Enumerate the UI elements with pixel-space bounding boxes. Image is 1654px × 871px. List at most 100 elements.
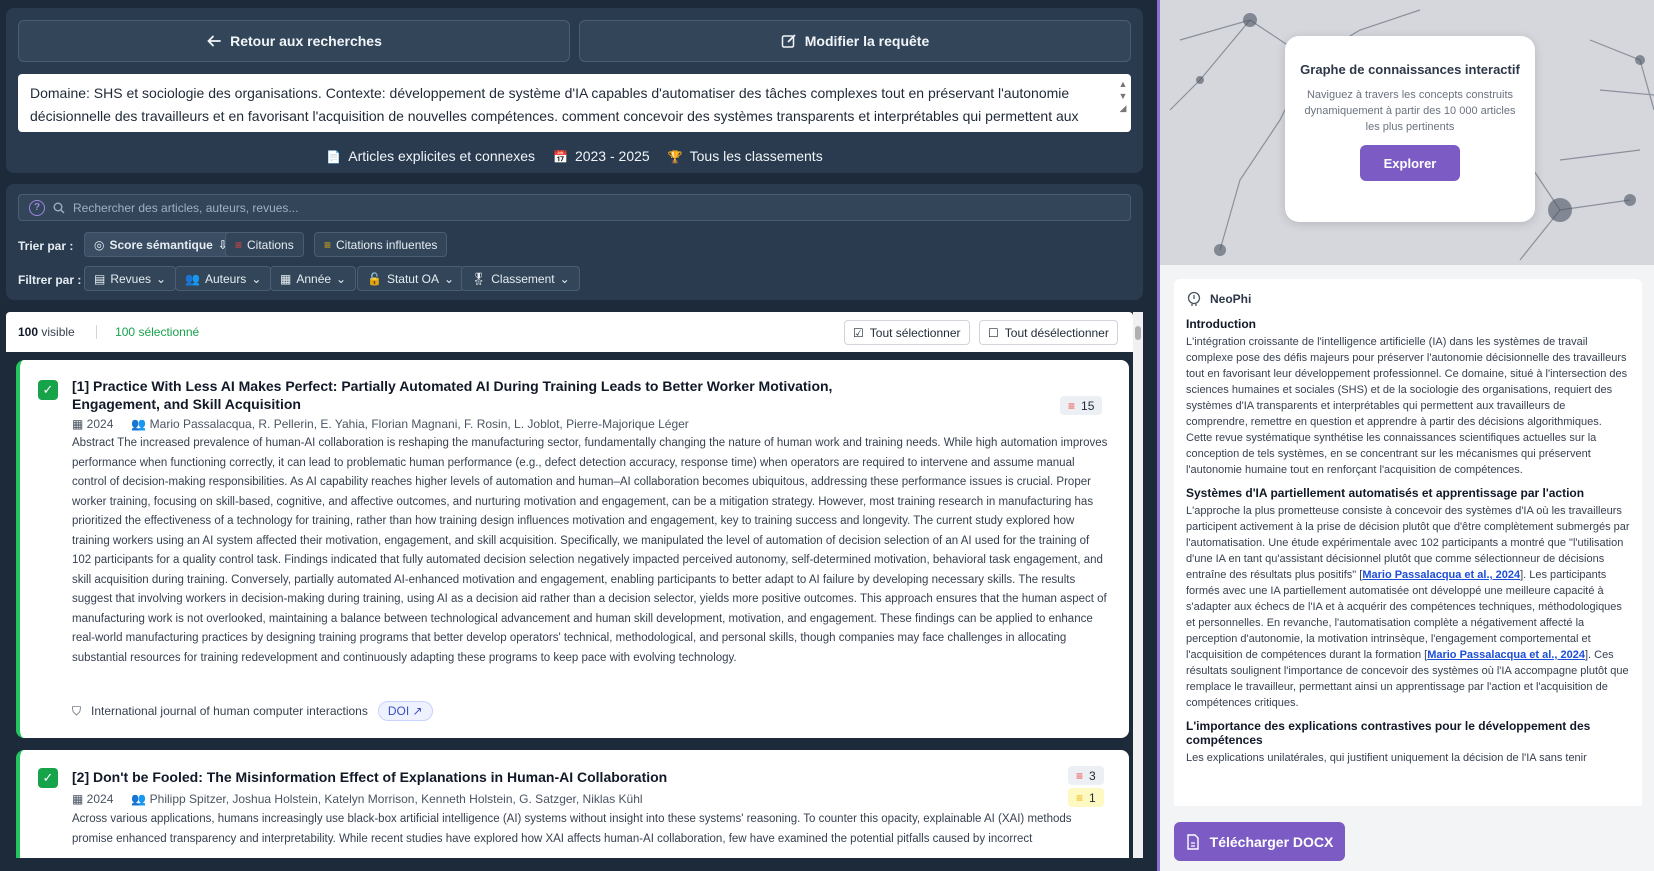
filter-ranking-dropdown[interactable]: 🎖 Classement ⌄ bbox=[461, 266, 580, 291]
graph-title: Graphe de connaissances interactif bbox=[1300, 62, 1520, 77]
article-meta: ▦ 2024 👥 Philipp Spitzer, Joshua Holstei… bbox=[72, 792, 643, 806]
sort-semantic-button[interactable]: ◎ Score sémantique ⇩ bbox=[84, 232, 238, 257]
chevron-down-icon: ⌄ bbox=[336, 271, 347, 286]
lock-icon: 🔓 bbox=[367, 271, 382, 286]
calendar-icon: ▦ bbox=[280, 271, 292, 286]
influential-icon: ≡ bbox=[1076, 790, 1084, 805]
section-paragraph: Les explications unilatérales, qui justi… bbox=[1186, 752, 1587, 764]
article-meta: ▦ 2024 👥 Mario Passalacqua, R. Pellerin,… bbox=[72, 417, 689, 431]
users-icon: 👥 bbox=[185, 271, 200, 286]
query-scrollbar[interactable]: ▲ ▼ ◢ bbox=[1117, 78, 1129, 128]
influential-count: 1 bbox=[1089, 790, 1096, 805]
scope-info: 📄 Articles explicites et connexes bbox=[326, 148, 535, 164]
article-card[interactable]: ✓ [1] Practice With Less AI Makes Perfec… bbox=[16, 360, 1129, 738]
trophy-icon: 🏆 bbox=[667, 150, 683, 164]
list-toolbar: 100 visible 100 sélectionné ☑ Tout sélect… bbox=[6, 312, 1133, 352]
users-icon: 👥 bbox=[131, 417, 150, 431]
section-paragraph: L'approche la plus prometteuse consiste … bbox=[1186, 503, 1630, 711]
check-icon: ✓ bbox=[42, 382, 54, 397]
authors-value: Mario Passalacqua, R. Pellerin, E. Yahia… bbox=[149, 417, 689, 431]
year-value: 2024 bbox=[86, 417, 114, 431]
filter-oa-dropdown[interactable]: 🔓 Statut OA ⌄ bbox=[357, 266, 465, 291]
year-value: 2024 bbox=[86, 792, 114, 806]
edit-query-button[interactable]: Modifier la requête bbox=[579, 20, 1131, 62]
citation-badge: ≡ 15 bbox=[1060, 396, 1103, 415]
knowledge-graph-preview[interactable]: Graphe de connaissances interactif Navig… bbox=[1160, 0, 1654, 265]
explore-button[interactable]: Explorer bbox=[1360, 145, 1460, 181]
filter-label: Filtrer par : bbox=[18, 273, 82, 287]
filter-year-dropdown[interactable]: ▦ Année ⌄ bbox=[270, 266, 357, 291]
journal-icon: ▤ bbox=[94, 271, 106, 286]
select-all-button[interactable]: ☑ Tout sélectionner bbox=[844, 320, 970, 345]
deselect-all-button[interactable]: ☐ Tout désélectionner bbox=[979, 320, 1118, 345]
article-year: ▦ 2024 bbox=[72, 792, 113, 806]
chevron-down-icon: ⌄ bbox=[156, 271, 167, 286]
visible-label: visible bbox=[41, 325, 75, 339]
authors-value: Philipp Spitzer, Joshua Holstein, Kately… bbox=[149, 792, 643, 806]
sort-influential-label: Citations influentes bbox=[336, 237, 438, 252]
filter-journals-label: Revues bbox=[110, 271, 152, 286]
citation-count: 15 bbox=[1081, 398, 1095, 413]
citation-link[interactable]: Mario Passalacqua et al., 2024 bbox=[1362, 569, 1520, 581]
visible-count: 100 bbox=[18, 325, 39, 339]
search-icon bbox=[53, 202, 65, 213]
edit-icon bbox=[781, 34, 796, 48]
help-icon[interactable]: ? bbox=[29, 199, 45, 216]
selected-count: 100 bbox=[115, 325, 136, 339]
selected-info: 100 sélectionné bbox=[96, 325, 200, 339]
filter-oa-label: Statut OA bbox=[386, 271, 439, 286]
graph-card: Graphe de connaissances interactif Navig… bbox=[1285, 36, 1535, 222]
search-results-pane: Retour aux recherches Modifier la requêt… bbox=[0, 0, 1157, 871]
query-textarea[interactable]: Domaine: SHS et sociologie des organisat… bbox=[18, 74, 1131, 132]
citations-icon: ≡ bbox=[1076, 768, 1084, 783]
doi-label: DOI bbox=[387, 704, 410, 718]
scrollbar-thumb[interactable] bbox=[1135, 326, 1141, 340]
influential-badge: ≡ 1 bbox=[1068, 788, 1104, 807]
filter-icon: ⛉ bbox=[72, 703, 82, 718]
article-authors: 👥 Philipp Spitzer, Joshua Holstein, Kate… bbox=[131, 792, 642, 806]
back-button-label: Retour aux recherches bbox=[230, 33, 382, 49]
query-text: Domaine: SHS et sociologie des organisat… bbox=[30, 85, 1079, 124]
sort-label: Trier par : bbox=[18, 239, 74, 253]
sort-influential-button[interactable]: ≡ Citations influentes bbox=[314, 232, 448, 257]
article-checkbox[interactable]: ✓ bbox=[38, 380, 58, 400]
graph-description: Naviguez à travers les concepts construi… bbox=[1304, 89, 1516, 133]
doi-link[interactable]: DOI ↗ bbox=[377, 701, 433, 721]
citation-count: 3 bbox=[1089, 768, 1096, 783]
article-title[interactable]: [2] Don't be Fooled: The Misinformation … bbox=[72, 768, 902, 786]
search-placeholder: Rechercher des articles, auteurs, revues… bbox=[73, 200, 299, 215]
scope-label: Articles explicites et connexes bbox=[348, 148, 535, 164]
chevron-down-icon: ⌄ bbox=[443, 271, 455, 286]
section-paragraph: L'intégration croissante de l'intelligen… bbox=[1186, 336, 1628, 476]
article-checkbox[interactable]: ✓ bbox=[38, 768, 58, 788]
award-icon: 🎖 bbox=[471, 271, 487, 286]
article-title[interactable]: [1] Practice With Less AI Makes Perfect:… bbox=[72, 377, 902, 413]
report-pane: Graphe de connaissances interactif Navig… bbox=[1157, 0, 1654, 871]
download-docx-button[interactable]: Télécharger DOCX bbox=[1174, 822, 1345, 861]
select-all-label: Tout sélectionner bbox=[869, 325, 961, 340]
checkbox-checked-icon: ☑ bbox=[853, 325, 864, 340]
sort-citations-button[interactable]: ≡ Citations bbox=[225, 232, 304, 257]
filter-authors-dropdown[interactable]: 👥 Auteurs ⌄ bbox=[175, 266, 272, 291]
paragraph-text: ]. Les participants formés avec une IA p… bbox=[1186, 569, 1622, 661]
journal-name: International journal of human computer … bbox=[91, 704, 368, 718]
filter-year-label: Année bbox=[296, 271, 332, 286]
list-scrollbar[interactable] bbox=[1133, 312, 1143, 858]
filter-ranking-label: Classement bbox=[491, 271, 555, 286]
article-authors: 👥 Mario Passalacqua, R. Pellerin, E. Yah… bbox=[131, 417, 688, 431]
back-to-searches-button[interactable]: Retour aux recherches bbox=[18, 20, 570, 62]
query-panel: Retour aux recherches Modifier la requêt… bbox=[6, 8, 1143, 173]
file-icon bbox=[1186, 833, 1199, 850]
filter-journals-dropdown[interactable]: ▤ Revues ⌄ bbox=[84, 266, 177, 291]
article-card[interactable]: ✓ [2] Don't be Fooled: The Misinformatio… bbox=[16, 750, 1129, 858]
section-heading: Introduction bbox=[1186, 317, 1256, 331]
edit-button-label: Modifier la requête bbox=[804, 33, 930, 49]
filter-panel: ? Rechercher des articles, auteurs, revu… bbox=[6, 184, 1143, 300]
citation-link[interactable]: Mario Passalacqua et al., 2024 bbox=[1427, 649, 1585, 661]
article-abstract: Abstract The increased prevalence of hum… bbox=[72, 437, 1108, 664]
chevron-down-icon: ⌄ bbox=[251, 271, 262, 286]
calendar-icon: ▦ bbox=[72, 417, 87, 431]
selection-count: 100 visible 100 sélectionné bbox=[18, 325, 200, 339]
search-input[interactable]: ? Rechercher des articles, auteurs, revu… bbox=[18, 194, 1131, 221]
section-heading: Systèmes d'IA partiellement automatisés … bbox=[1186, 486, 1585, 500]
